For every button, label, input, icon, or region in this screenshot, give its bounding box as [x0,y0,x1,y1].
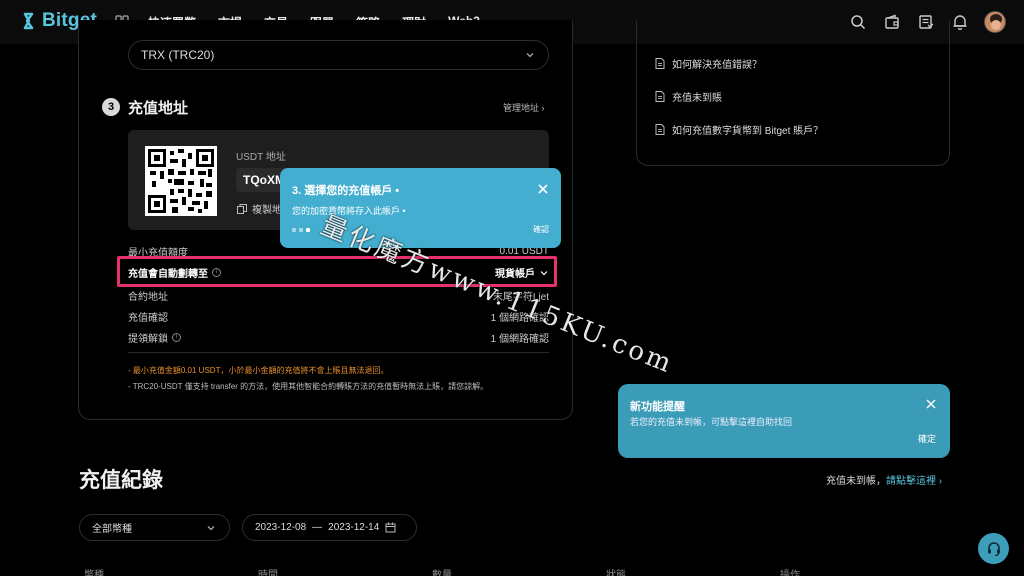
notification-description: 若您的充值未到帳，可點擊這裡自助找回 [630,417,793,427]
unlock-label: 提領解鎖 [128,334,168,345]
document-icon [655,124,665,135]
column-header: 時間 [258,570,278,576]
notification-confirm-button[interactable]: 確定 [918,432,936,445]
copy-address-button[interactable]: 複製地 [237,201,282,216]
column-header: 數量 [432,570,452,576]
copy-label: 複製地 [252,205,282,216]
address-label: USDT 地址 [236,152,286,163]
deposit-confirm-label: 充值確認 [128,313,168,324]
column-header: 幣種 [84,570,104,576]
tour-title: 3. 選擇您的充值帳戶 • [292,185,400,197]
bitget-logo-icon [23,12,34,30]
not-received-hint: 充值未到帳，請點擊這裡 › [826,472,942,487]
chevron-down-icon [207,526,215,531]
notification-title: 新功能提醒 [630,401,685,413]
close-icon[interactable] [925,398,937,410]
step-number: 3 [102,98,120,116]
coin-filter-value: 全部幣種 [92,524,132,535]
faq-item[interactable]: 如何解決充值錯誤？ [655,56,762,71]
column-header: 操作 [780,570,800,576]
headset-icon [987,541,1000,556]
not-received-text: 充值未到帳， [826,476,886,487]
calendar-icon [385,522,396,533]
tour-confirm-button[interactable]: 確認 [533,224,549,235]
document-icon [655,58,665,69]
faq-item[interactable]: 充值未到賬 [655,89,722,104]
bell-icon[interactable] [950,12,970,32]
faq-label: 如何充值數字貨幣到 Bitget 賬戶？ [672,126,824,137]
network-select[interactable]: TRX (TRC20) [128,40,549,70]
avatar[interactable] [984,11,1006,33]
document-icon [655,91,665,102]
copy-icon [237,203,247,214]
date-start: 2023-12-08 [255,522,307,533]
info-icon[interactable]: i [172,333,181,342]
deposit-confirm-row: 充值確認 1 個網路確認 [128,309,549,324]
records-title: 充值紀錄 [79,469,163,492]
date-range-picker[interactable]: 2023-12-08 — 2023-12-14 [242,514,417,541]
feature-notification: 新功能提醒 若您的充值未到帳，可點擊這裡自助找回 確定 [618,384,950,458]
contract-address-label: 合約地址 [128,292,168,303]
faq-item[interactable]: 如何充值數字貨幣到 Bitget 賬戶？ [655,122,823,137]
unlock-value: 1 個網路確認 [490,334,549,345]
manage-address-link[interactable]: 管理地址 › [503,101,545,114]
min-amount-warning: - 最小充值金額0.01 USDT，小於最小金額的充值將不會上賬且無法退回。 [128,366,389,375]
tour-dot [292,228,296,232]
close-icon[interactable] [537,183,549,195]
date-separator: — [312,522,323,533]
tour-progress-dots [292,228,310,232]
faq-label: 如何解決充值錯誤？ [672,60,762,71]
tour-dot-active [306,228,310,232]
qr-code [145,146,217,216]
tour-dot [299,228,303,232]
unlock-row: 提領解鎖 i 1 個網路確認 [128,330,549,345]
column-header: 狀態 [606,570,626,576]
customer-support-button[interactable] [978,533,1009,564]
coin-filter-select[interactable]: 全部幣種 [79,514,230,541]
not-received-link[interactable]: 請點擊這裡 › [886,476,942,487]
network-value: TRX (TRC20) [141,48,215,62]
trc20-note: - TRC20-USDT 僅支持 transfer 的方法，使用其他智能合約轉賬… [128,382,489,391]
divider [128,352,549,353]
chevron-down-icon [526,53,534,58]
step-title: 充值地址 [128,100,189,117]
faq-label: 充值未到賬 [672,93,722,104]
date-end: 2023-12-14 [328,522,380,533]
